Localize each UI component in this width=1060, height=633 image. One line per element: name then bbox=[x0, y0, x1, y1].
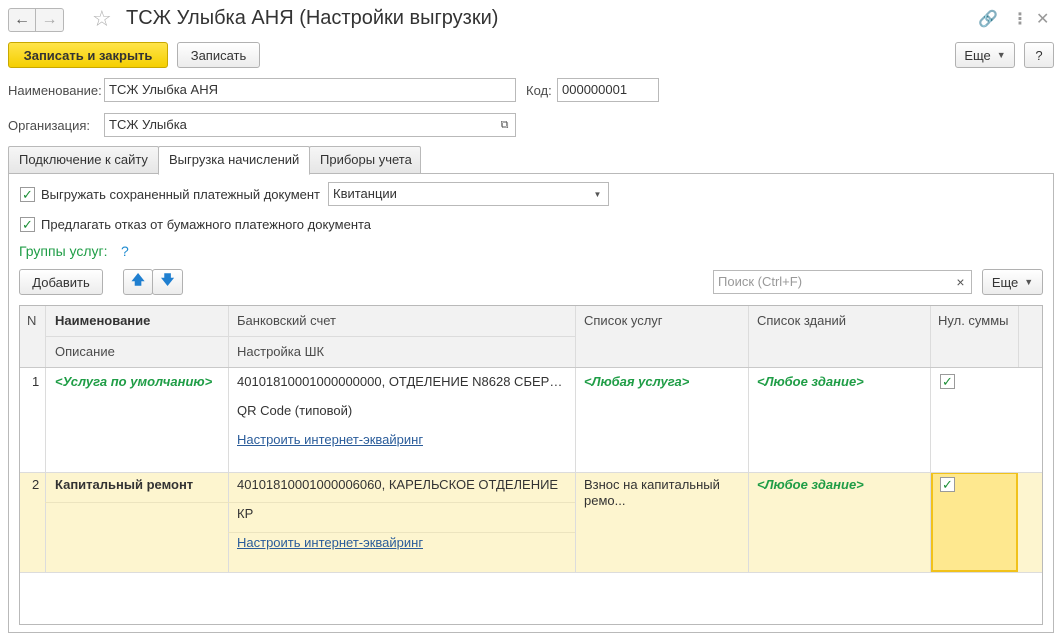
search-input[interactable]: Поиск (Ctrl+F) bbox=[713, 270, 951, 294]
header-name[interactable]: Наименование bbox=[55, 313, 150, 328]
configure-acquiring-link[interactable]: Настроить интернет-эквайринг bbox=[237, 432, 423, 447]
row-buildings[interactable]: <Любое здание> bbox=[757, 374, 864, 389]
row-name[interactable]: <Услуга по умолчанию> bbox=[55, 374, 225, 389]
row-bank-account[interactable]: 40101810001000006060, КАРЕЛЬСКОЕ ОТДЕЛЕН… bbox=[237, 477, 567, 492]
row-services[interactable]: <Любая услуга> bbox=[584, 374, 689, 389]
row-zero-sums-checkbox[interactable]: ✓ bbox=[940, 477, 955, 492]
link-icon[interactable]: 🔗 bbox=[978, 9, 998, 29]
save-and-close-button[interactable]: Записать и закрыть bbox=[8, 42, 168, 68]
arrow-down-icon: 🡇 bbox=[160, 272, 175, 287]
offer-refusal-checkbox[interactable]: ✓ bbox=[20, 217, 35, 232]
header-buildings[interactable]: Список зданий bbox=[757, 313, 846, 328]
header-n[interactable]: N bbox=[27, 313, 36, 328]
organization-input[interactable]: ТСЖ Улыбка bbox=[104, 113, 496, 137]
row-buildings[interactable]: <Любое здание> bbox=[757, 477, 864, 492]
arrow-left-icon: ← bbox=[14, 11, 30, 28]
code-input[interactable]: 000000001 bbox=[557, 78, 659, 102]
code-label: Код: bbox=[526, 83, 552, 98]
row-barcode[interactable]: КР bbox=[237, 506, 253, 521]
move-up-button[interactable]: 🡅 bbox=[123, 269, 153, 295]
row-bank-account[interactable]: 40101810001000000000, ОТДЕЛЕНИЕ N8628 СБ… bbox=[237, 374, 567, 389]
header-zero-sums[interactable]: Нул. суммы bbox=[938, 313, 1008, 328]
tab-charges-upload[interactable]: Выгрузка начислений bbox=[158, 146, 310, 175]
check-icon: ✓ bbox=[942, 477, 953, 492]
more-vertical-icon[interactable]: ⋮ bbox=[1012, 9, 1028, 29]
more-button-label: Еще bbox=[964, 47, 991, 63]
payment-doc-dropdown-button[interactable]: ▼ bbox=[587, 182, 609, 206]
move-down-button[interactable]: 🡇 bbox=[152, 269, 183, 295]
service-groups-title: Группы услуг: bbox=[19, 243, 108, 259]
clear-search-button[interactable]: × bbox=[950, 270, 972, 294]
check-icon: ✓ bbox=[942, 374, 953, 389]
payment-doc-select[interactable]: Квитанции bbox=[328, 182, 588, 206]
open-organization-button[interactable]: ⧉ bbox=[494, 113, 516, 137]
back-button[interactable]: ← bbox=[8, 8, 36, 32]
check-icon: ✓ bbox=[22, 217, 33, 232]
window-title: ТСЖ Улыбка АНЯ (Настройки выгрузки) bbox=[126, 7, 499, 29]
help-button[interactable]: ? bbox=[1024, 42, 1054, 68]
arrow-up-icon: 🡅 bbox=[131, 272, 145, 287]
row-zero-sums-checkbox[interactable]: ✓ bbox=[940, 374, 955, 389]
upload-doc-label: Выгружать сохраненный платежный документ bbox=[41, 187, 320, 202]
offer-refusal-label: Предлагать отказ от бумажного платежного… bbox=[41, 217, 372, 232]
arrow-right-icon: → bbox=[41, 11, 58, 28]
tab-meters[interactable]: Приборы учета bbox=[309, 146, 421, 174]
more-button[interactable]: Еще ▼ bbox=[955, 42, 1015, 68]
header-bank-account[interactable]: Банковский счет bbox=[237, 313, 336, 328]
close-icon[interactable]: ✕ bbox=[1036, 9, 1049, 29]
caret-down-icon: ▼ bbox=[996, 50, 1006, 60]
row-services-line2[interactable]: ремо... bbox=[584, 493, 625, 508]
name-input[interactable]: ТСЖ Улыбка АНЯ bbox=[104, 78, 516, 102]
header-description[interactable]: Описание bbox=[55, 344, 115, 359]
header-services[interactable]: Список услуг bbox=[584, 313, 663, 328]
open-window-icon: ⧉ bbox=[500, 118, 509, 131]
tab-site-connection[interactable]: Подключение к сайту bbox=[8, 146, 159, 174]
name-label: Наименование: bbox=[8, 83, 102, 98]
service-groups-table: N Наименование Описание Банковский счет … bbox=[19, 305, 1043, 625]
header-barcode[interactable]: Настройка ШК bbox=[237, 344, 324, 359]
save-button[interactable]: Записать bbox=[177, 42, 260, 68]
caret-down-icon: ▼ bbox=[593, 189, 602, 199]
organization-label: Организация: bbox=[8, 118, 91, 133]
upload-doc-checkbox[interactable]: ✓ bbox=[20, 187, 35, 202]
add-button[interactable]: Добавить bbox=[19, 269, 103, 295]
table-more-button[interactable]: Еще ▼ bbox=[982, 269, 1043, 295]
favorite-star-icon[interactable]: ☆ bbox=[92, 6, 112, 32]
row-services-line1[interactable]: Взнос на капитальный bbox=[584, 477, 720, 492]
clear-icon: × bbox=[956, 274, 965, 290]
table-more-label: Еще bbox=[991, 274, 1019, 290]
forward-button[interactable]: → bbox=[36, 8, 64, 32]
row-name[interactable]: Капитальный ремонт bbox=[55, 477, 225, 492]
row-number: 2 bbox=[32, 477, 40, 492]
check-icon: ✓ bbox=[22, 187, 33, 202]
caret-down-icon: ▼ bbox=[1024, 277, 1034, 287]
row-barcode[interactable]: QR Code (типовой) bbox=[237, 403, 352, 418]
row-number: 1 bbox=[32, 374, 40, 389]
service-groups-help[interactable]: ? bbox=[121, 243, 129, 259]
configure-acquiring-link[interactable]: Настроить интернет-эквайринг bbox=[237, 535, 423, 550]
